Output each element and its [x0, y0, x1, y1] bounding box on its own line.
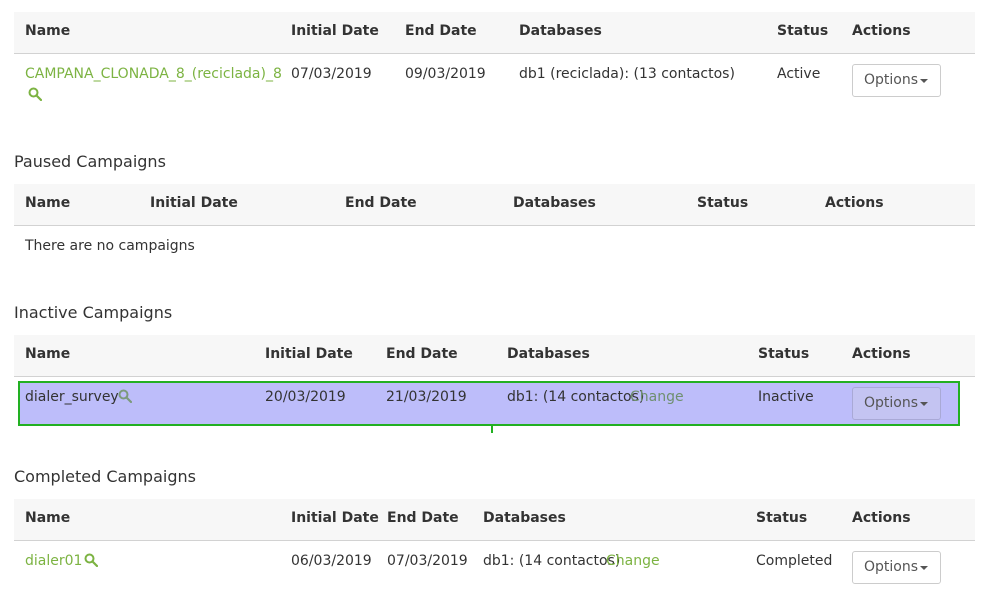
col-initial-date: Initial Date [150, 195, 238, 211]
inactive-section-title: Inactive Campaigns [14, 303, 173, 322]
end-date: 21/03/2019 [386, 389, 467, 405]
col-actions: Actions [852, 23, 911, 39]
col-databases: Databases [483, 510, 566, 526]
end-date: 09/03/2019 [405, 66, 486, 82]
paused-table-header: Name Initial Date End Date Databases Sta… [14, 184, 975, 226]
search-icon[interactable] [118, 389, 132, 403]
initial-date: 20/03/2019 [265, 389, 346, 405]
paused-section-title: Paused Campaigns [14, 152, 166, 171]
caret-down-icon [920, 566, 928, 570]
col-databases: Databases [519, 23, 602, 39]
col-end-date: End Date [345, 195, 417, 211]
col-name: Name [25, 23, 71, 39]
status: Completed [756, 553, 833, 569]
search-icon[interactable] [84, 553, 98, 567]
campaign-name-link[interactable]: dialer01 [25, 553, 82, 569]
search-icon[interactable] [28, 87, 42, 101]
options-label: Options [864, 72, 919, 88]
col-databases: Databases [513, 195, 596, 211]
selected-row-highlight [18, 381, 960, 426]
col-actions: Actions [852, 510, 911, 526]
change-link[interactable]: Change [606, 553, 660, 569]
status: Inactive [758, 389, 814, 405]
caret-down-icon [920, 402, 928, 406]
databases: db1: (14 contactos) [483, 553, 621, 569]
initial-date: 06/03/2019 [291, 553, 372, 569]
col-actions: Actions [852, 346, 911, 362]
options-button[interactable]: Options [852, 551, 941, 584]
col-name: Name [25, 346, 71, 362]
col-initial-date: Initial Date [291, 23, 379, 39]
col-initial-date: Initial Date [291, 510, 379, 526]
options-label: Options [864, 395, 919, 411]
col-name: Name [25, 510, 71, 526]
change-link[interactable]: Change [630, 389, 684, 405]
active-table-header: Name Initial Date End Date Databases Sta… [14, 12, 975, 54]
end-date: 07/03/2019 [387, 553, 468, 569]
col-status: Status [777, 23, 829, 39]
col-name: Name [25, 195, 71, 211]
col-initial-date: Initial Date [265, 346, 353, 362]
col-end-date: End Date [405, 23, 477, 39]
col-databases: Databases [507, 346, 590, 362]
empty-message: There are no campaigns [25, 238, 195, 254]
caret-down-icon [920, 79, 928, 83]
campaign-name-link[interactable]: CAMPANA_CLONADA_8_(reciclada)_8 [25, 66, 282, 82]
databases: db1: (14 contactos) [507, 389, 645, 405]
status: Active [777, 66, 821, 82]
col-status: Status [697, 195, 749, 211]
completed-table-header: Name Initial Date End Date Databases Sta… [14, 499, 975, 541]
col-end-date: End Date [386, 346, 458, 362]
col-status: Status [756, 510, 808, 526]
initial-date: 07/03/2019 [291, 66, 372, 82]
databases: db1 (reciclada): (13 contactos) [519, 66, 735, 82]
col-status: Status [758, 346, 810, 362]
options-button[interactable]: Options [852, 64, 941, 97]
highlight-marker [491, 426, 493, 433]
completed-section-title: Completed Campaigns [14, 467, 196, 486]
options-button[interactable]: Options [852, 387, 941, 420]
options-label: Options [864, 559, 919, 575]
col-actions: Actions [825, 195, 884, 211]
inactive-table-header: Name Initial Date End Date Databases Sta… [14, 335, 975, 377]
col-end-date: End Date [387, 510, 459, 526]
campaign-name[interactable]: dialer_survey [25, 389, 119, 405]
